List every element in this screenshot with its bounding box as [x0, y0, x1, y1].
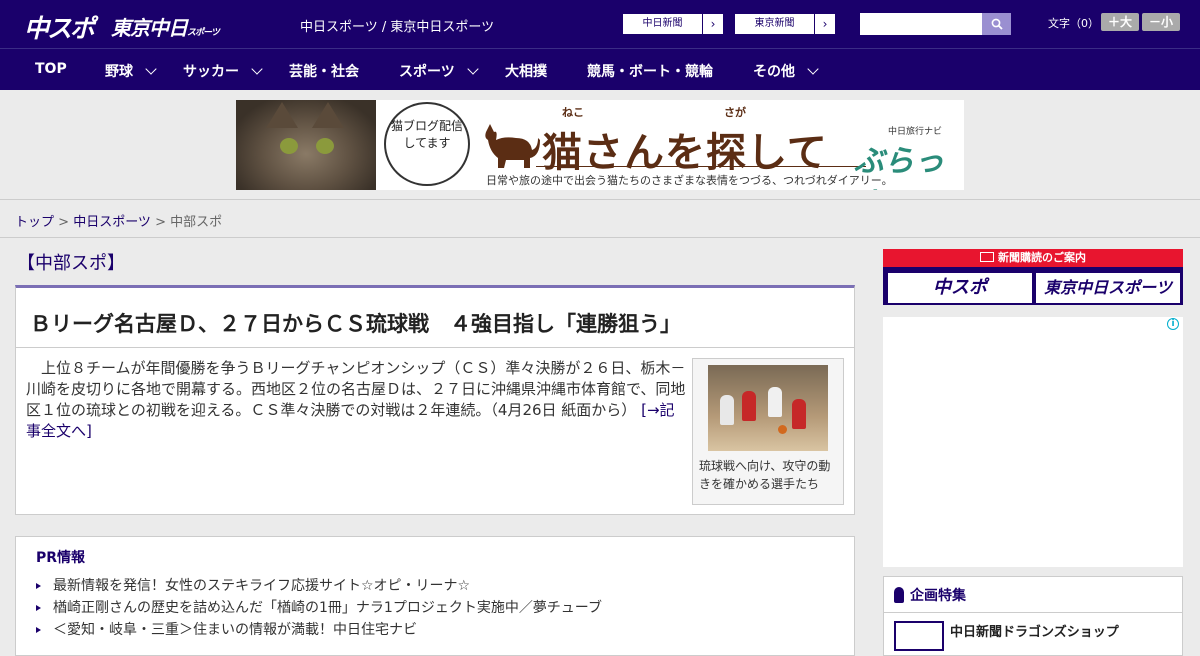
breadcrumb-sep: > [150, 215, 171, 230]
nav-item-sports[interactable]: スポーツ [399, 61, 479, 81]
cat-silhouette-icon [485, 124, 540, 168]
banner-ruby-neko: ねこ [562, 106, 584, 119]
tokyo-logo-small: スポーツ [187, 28, 220, 38]
ad-info-icon[interactable]: i [1167, 318, 1179, 330]
banner-area: 猫ブログ配信してます ねこ さが 猫さんを探して 中日旅行ナビ ぶらっ人 日常や… [0, 90, 1200, 200]
font-size-label: 文字（0） [1048, 17, 1099, 30]
pr-link[interactable]: ＜愛知・岐阜・三重＞住まいの情報が満載！中日住宅ナビ [36, 619, 834, 641]
article-text: 上位８チームが年間優勝を争うＢリーグチャンピオンシップ（ＣＳ）準々決勝が２６日、… [26, 359, 686, 419]
photo-caption: 琉球戦へ向け、攻守の動きを確かめる選手たち [699, 459, 831, 491]
site-names: 中日スポーツ / 東京中日スポーツ [300, 20, 495, 35]
pr-info-box: PR情報 最新情報を発信！女性のステキライフ応援サイト☆オピ・リーナ☆ 楢崎正剛… [15, 536, 855, 656]
pr-link[interactable]: 楢崎正剛さんの歴史を詰め込んだ「楢崎の1冊」ナラ1プロジェクト実施中／夢チューブ [36, 597, 834, 619]
chunichi-sports-logo[interactable]: 中スポ [24, 9, 95, 45]
player-figure [768, 387, 782, 417]
cat-photo [236, 100, 376, 190]
basketball [778, 425, 787, 434]
subscription-box: 新聞購読のご案内 中スポ 東京中日スポーツ [883, 249, 1183, 305]
pr-link-text: 楢崎正剛さんの歴史を詰め込んだ「楢崎の1冊」ナラ1プロジェクト実施中／夢チューブ [53, 600, 602, 616]
ad-slot[interactable]: i [883, 317, 1183, 567]
main-nav: TOP 野球 サッカー 芸能・社会 スポーツ 大相撲 競馬・ボート・競輪 その他 [0, 48, 1200, 90]
pr-title: PR情報 [36, 550, 86, 566]
newspaper-icon [980, 252, 994, 262]
cat-eye [316, 138, 334, 154]
tokyo-shimbun-link[interactable]: 東京新聞 › [734, 13, 836, 35]
breadcrumb: トップ > 中日スポーツ > 中部スポ [0, 200, 1200, 238]
paper-link-label: 中日新聞 [623, 14, 703, 34]
nav-label: 芸能・社会 [289, 64, 359, 80]
nav-item-entertainment[interactable]: 芸能・社会 [289, 61, 359, 81]
banner-divider [536, 166, 866, 167]
sidebar: 新聞購読のご案内 中スポ 東京中日スポーツ i 企画特集 中日新聞ドラゴンズショ… [883, 249, 1183, 656]
triangle-bullet-icon [36, 605, 41, 611]
chevron-right-icon: › [822, 17, 828, 31]
breadcrumb-current: 中部スポ [170, 215, 223, 230]
subscription-head-label: 新聞購読のご案内 [998, 251, 1086, 264]
player-figure [742, 391, 756, 421]
cat-ear [266, 102, 298, 128]
pr-link-text: ＜愛知・岐阜・三重＞住まいの情報が満載！中日住宅ナビ [53, 622, 417, 638]
nav-item-soccer[interactable]: サッカー [183, 61, 263, 81]
tokyo-logo-text: 東京中日 [111, 16, 188, 40]
cat-ear [312, 102, 344, 128]
main-column: 【中部スポ】 Ｂリーグ名古屋Ｄ、２７日からＣＳ琉球戦 ４強目指し「連勝狙う」 上… [15, 249, 855, 656]
speech-bubble: 猫ブログ配信してます [384, 102, 470, 186]
chevron-down-icon [251, 63, 263, 75]
banner-ruby-saga: さが [724, 106, 746, 119]
nav-label: スポーツ [399, 64, 455, 80]
chevron-down-icon [807, 63, 819, 75]
font-size-increase-button[interactable]: ＋大 [1101, 13, 1139, 31]
feature-head: 企画特集 [884, 577, 1182, 613]
nav-item-sumo[interactable]: 大相撲 [505, 61, 547, 81]
chevron-down-icon [467, 63, 479, 75]
article-photo[interactable] [708, 365, 828, 451]
pr-link-text: 最新情報を発信！女性のステキライフ応援サイト☆オピ・リーナ☆ [53, 578, 471, 594]
cat-eye [280, 138, 298, 154]
nav-item-racing[interactable]: 競馬・ボート・競輪 [587, 61, 713, 81]
feature-box: 企画特集 中日新聞ドラゴンズショップ [883, 576, 1183, 656]
article-photo-box: 琉球戦へ向け、攻守の動きを確かめる選手たち [692, 358, 844, 505]
breadcrumb-sep: > [54, 215, 74, 230]
pr-link[interactable]: 最新情報を発信！女性のステキライフ応援サイト☆オピ・リーナ☆ [36, 575, 834, 597]
article-headline: Ｂリーグ名古屋Ｄ、２７日からＣＳ琉球戦 ４強目指し「連勝狙う」 [16, 288, 854, 348]
site-header: 中スポ 東京中日スポーツ 中日スポーツ / 東京中日スポーツ 中日新聞 › 東京… [0, 0, 1200, 48]
triangle-bullet-icon [36, 583, 41, 589]
nav-label: サッカー [183, 64, 239, 80]
section-title: 【中部スポ】 [15, 249, 855, 288]
search-input[interactable] [860, 13, 982, 35]
subscription-head[interactable]: 新聞購読のご案内 [883, 249, 1183, 267]
nav-label: その他 [753, 64, 795, 80]
tokyo-chunichi-logo[interactable]: 東京中日スポーツ [111, 12, 220, 41]
banner-title: 猫さんを探して [542, 130, 828, 176]
chunichi-shimbun-link[interactable]: 中日新聞 › [622, 13, 724, 35]
nav-label: 野球 [105, 64, 133, 80]
nav-item-top[interactable]: TOP [35, 61, 67, 77]
nav-label: 競馬・ボート・競輪 [587, 64, 713, 80]
ribbon-icon [894, 586, 904, 603]
nav-item-baseball[interactable]: 野球 [105, 61, 157, 81]
chevron-down-icon [145, 63, 157, 75]
banner-subtitle: 日常や旅の途中で出会う猫たちのさまざまな表情をつづる、つれづれダイアリー。 [486, 174, 893, 187]
search-button[interactable] [982, 13, 1011, 35]
nav-label: 大相撲 [505, 64, 547, 80]
cat-blog-banner[interactable]: 猫ブログ配信してます ねこ さが 猫さんを探して 中日旅行ナビ ぶらっ人 日常や… [236, 100, 964, 190]
subscribe-chusupo-link[interactable]: 中スポ [888, 273, 1032, 303]
feature-thumbnail[interactable] [894, 621, 944, 651]
triangle-bullet-icon [36, 627, 41, 633]
breadcrumb-category[interactable]: 中日スポーツ [73, 215, 151, 230]
chevron-right-icon: › [710, 17, 716, 31]
feature-link[interactable]: 中日新聞ドラゴンズショップ [950, 621, 1119, 640]
font-size-decrease-button[interactable]: －小 [1142, 13, 1180, 31]
subscribe-tokyo-chunichi-link[interactable]: 東京中日スポーツ [1036, 273, 1180, 303]
paper-link-label: 東京新聞 [735, 14, 815, 34]
feature-title: 企画特集 [910, 587, 966, 604]
article-body: 上位８チームが年間優勝を争うＢリーグチャンピオンシップ（ＣＳ）準々決勝が２６日、… [26, 358, 686, 442]
breadcrumb-top[interactable]: トップ [15, 215, 54, 230]
player-figure [792, 399, 806, 429]
nav-item-other[interactable]: その他 [753, 61, 819, 81]
article-card: Ｂリーグ名古屋Ｄ、２７日からＣＳ琉球戦 ４強目指し「連勝狙う」 上位８チームが年… [15, 285, 855, 515]
search-icon [991, 18, 1003, 30]
player-figure [720, 395, 734, 425]
nav-label: TOP [35, 61, 67, 77]
